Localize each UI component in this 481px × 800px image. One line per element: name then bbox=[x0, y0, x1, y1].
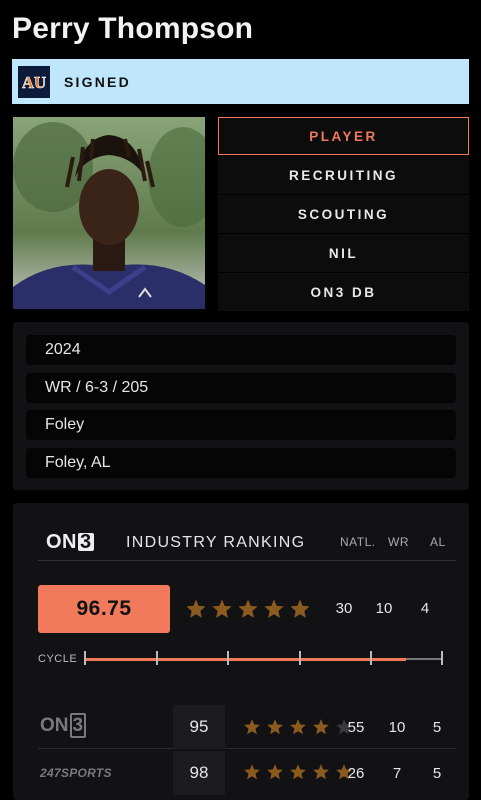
cycle-tick bbox=[84, 651, 86, 665]
player-nav: PLAYER RECRUITING SCOUTING NIL ON3 DB bbox=[218, 117, 469, 312]
industry-natl-rank[interactable]: 30 bbox=[336, 600, 353, 617]
class-year: 2024 bbox=[26, 335, 456, 365]
state-column-header: AL bbox=[430, 535, 446, 549]
cycle-tick bbox=[299, 651, 301, 665]
source-row-on3: ON 3 95 55 10 5 bbox=[38, 705, 456, 749]
status-banner: AU SIGNED bbox=[12, 59, 469, 104]
star-filled-icon bbox=[313, 719, 329, 735]
on3-score: 95 bbox=[173, 705, 225, 749]
hometown: Foley, AL bbox=[26, 447, 456, 478]
cycle-label: CYCLE bbox=[38, 653, 78, 665]
player-photo bbox=[13, 117, 205, 309]
industry-score: 96.75 bbox=[38, 585, 170, 633]
247sports-logo: 247SPORTS bbox=[40, 766, 112, 780]
cycle-tick bbox=[370, 651, 372, 665]
star-filled-icon bbox=[244, 764, 260, 780]
natl-column-header: NATL. bbox=[340, 535, 376, 549]
star-filled-icon bbox=[267, 719, 283, 735]
position-size: WR / 6-3 / 205 bbox=[26, 372, 456, 403]
star-filled-icon bbox=[238, 599, 258, 618]
tab-nil[interactable]: NIL bbox=[218, 234, 469, 272]
247sports-natl-rank[interactable]: 26 bbox=[348, 765, 365, 782]
star-filled-icon bbox=[290, 599, 310, 618]
on3-position-rank[interactable]: 10 bbox=[389, 719, 406, 736]
star-filled-icon bbox=[290, 719, 306, 735]
industry-ranking-panel: ON 3 INDUSTRY RANKING NATL. WR AL 96.75 3… bbox=[13, 503, 469, 800]
high-school-link[interactable]: Foley bbox=[26, 410, 456, 440]
source-row-247sports: 247SPORTS 98 26 7 5 bbox=[38, 751, 456, 795]
247sports-star-rating bbox=[243, 763, 358, 781]
on3-star-rating bbox=[243, 718, 358, 736]
247sports-score: 98 bbox=[173, 751, 225, 795]
cycle-progress-fill bbox=[84, 657, 407, 661]
star-filled-icon bbox=[267, 764, 283, 780]
player-info-panel: 2024 WR / 6-3 / 205 Foley Foley, AL bbox=[13, 322, 469, 490]
industry-position-rank[interactable]: 10 bbox=[376, 600, 393, 617]
on3-state-rank[interactable]: 5 bbox=[433, 719, 441, 736]
star-filled-icon bbox=[186, 599, 206, 618]
status-label: SIGNED bbox=[64, 73, 131, 90]
cycle-tick bbox=[227, 651, 229, 665]
player-name: Perry Thompson bbox=[12, 12, 254, 45]
cycle-tick bbox=[441, 651, 443, 665]
247sports-position-rank[interactable]: 7 bbox=[393, 765, 401, 782]
star-filled-icon bbox=[313, 764, 329, 780]
industry-star-rating bbox=[185, 598, 315, 620]
svg-text:AU: AU bbox=[22, 73, 46, 92]
on3-logo: ON 3 bbox=[46, 531, 94, 553]
tab-scouting[interactable]: SCOUTING bbox=[218, 195, 469, 233]
on3-source-logo: ON 3 bbox=[40, 713, 87, 738]
star-filled-icon bbox=[212, 599, 232, 618]
tab-on3-db[interactable]: ON3 DB bbox=[218, 273, 469, 311]
star-filled-icon bbox=[290, 764, 306, 780]
star-filled-icon bbox=[244, 719, 260, 735]
star-filled-icon bbox=[264, 599, 284, 618]
tab-player[interactable]: PLAYER bbox=[218, 117, 469, 155]
industry-state-rank[interactable]: 4 bbox=[421, 600, 429, 617]
cycle-progress-bar bbox=[84, 657, 442, 661]
247sports-state-rank[interactable]: 5 bbox=[433, 765, 441, 782]
cycle-tick bbox=[156, 651, 158, 665]
ranking-title: INDUSTRY RANKING bbox=[126, 534, 306, 551]
on3-natl-rank[interactable]: 55 bbox=[348, 719, 365, 736]
auburn-logo-icon: AU bbox=[18, 65, 50, 98]
position-column-header: WR bbox=[388, 535, 409, 549]
ranking-header: ON 3 INDUSTRY RANKING NATL. WR AL bbox=[38, 525, 456, 561]
tab-recruiting[interactable]: RECRUITING bbox=[218, 156, 469, 194]
